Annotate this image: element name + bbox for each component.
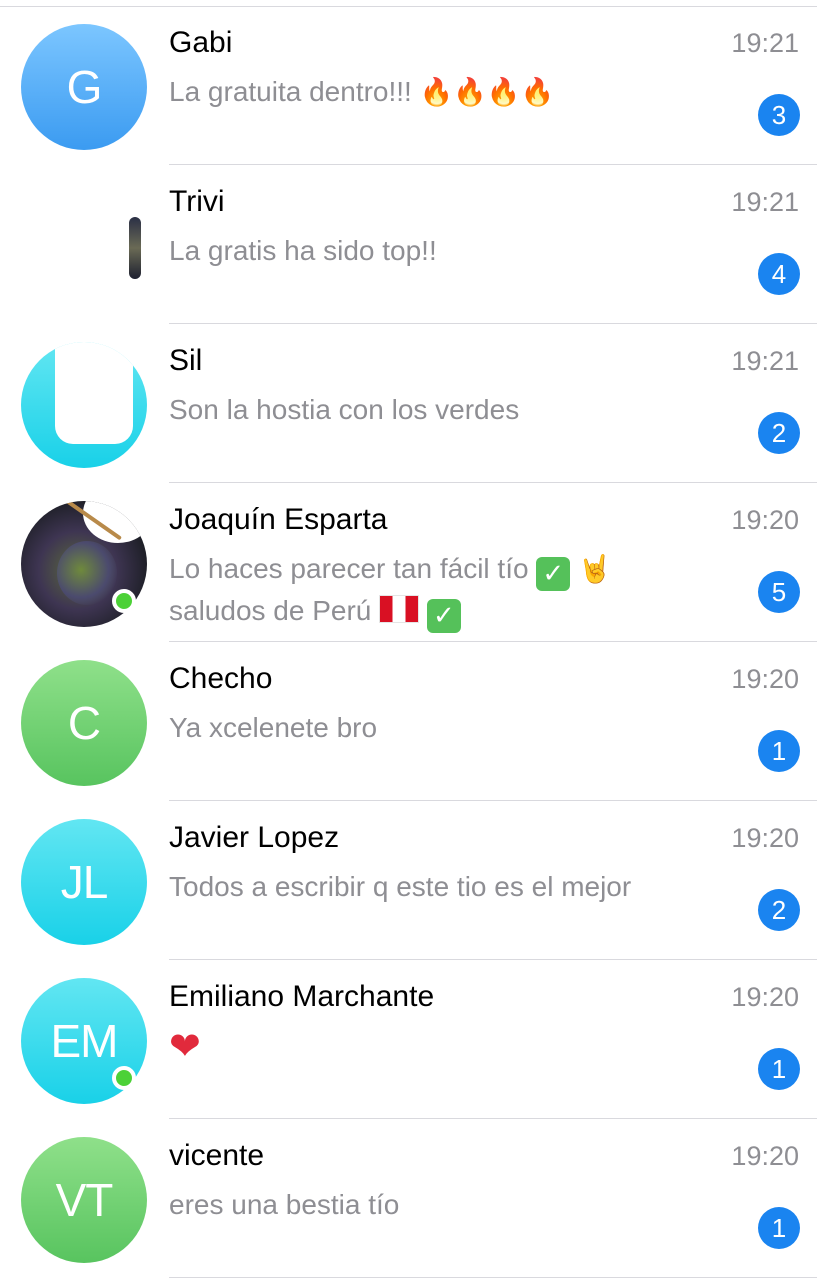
unread-badge: 1	[758, 1207, 800, 1249]
chat-name: Checho	[169, 662, 273, 695]
message-preview: Ya xcelenete bro	[169, 708, 709, 748]
avatar	[21, 342, 147, 468]
avatar	[21, 183, 147, 309]
chat-name: vicente	[169, 1139, 265, 1172]
message-preview: ❤	[169, 1026, 709, 1070]
message-preview-text: Lo haces parecer tan fácil tío	[169, 553, 529, 584]
avatar-initials: G	[66, 61, 103, 113]
message-preview-text: La gratis ha sido top!!	[169, 235, 437, 266]
chat-row-trivi[interactable]: Trivi 19:21 La gratis ha sido top!! 4	[0, 165, 817, 324]
message-preview: La gratuita dentro!!! 🔥🔥🔥🔥	[169, 72, 709, 113]
check-mark-button-icon: ✓	[536, 557, 571, 591]
chat-row-sil[interactable]: Sil 19:21 Son la hostia con los verdes 2	[0, 324, 817, 483]
avatar: VT	[21, 1137, 147, 1263]
chat-row-vicente[interactable]: VT vicente 19:20 eres una bestia tío 1	[0, 1119, 817, 1278]
message-preview-text: eres una bestia tío	[169, 1189, 400, 1220]
message-preview-text: Ya xcelenete bro	[169, 712, 378, 743]
message-preview-text: Son la hostia con los verdes	[169, 394, 520, 425]
red-heart-icon: ❤	[169, 1024, 201, 1068]
chat-name: Emiliano Marchante	[169, 980, 435, 1013]
chat-time: 19:20	[731, 823, 799, 853]
avatar-initials: EM	[50, 1015, 119, 1067]
fire-icon: 🔥	[419, 77, 454, 108]
peru-flag-icon	[379, 595, 420, 623]
avatar-initials: VT	[55, 1174, 114, 1226]
avatar-initials: C	[67, 697, 101, 749]
chat-time: 19:20	[731, 664, 799, 694]
chat-name: Joaquín Esparta	[169, 503, 388, 536]
chat-time: 19:21	[731, 346, 799, 376]
unread-badge: 2	[758, 412, 800, 454]
message-preview: Son la hostia con los verdes	[169, 390, 709, 430]
avatar: G	[21, 24, 147, 150]
message-preview-text: Todos a escribir q este tio es el mejor	[169, 871, 632, 902]
chat-row-gabi[interactable]: G Gabi 19:21 La gratuita dentro!!! 🔥🔥🔥🔥 …	[0, 6, 817, 165]
chat-time: 19:20	[731, 505, 799, 535]
row-divider	[169, 1277, 817, 1278]
chat-name: Sil	[169, 344, 203, 377]
avatar: C	[21, 660, 147, 786]
fire-icon: 🔥	[453, 77, 487, 108]
chat-list: G Gabi 19:21 La gratuita dentro!!! 🔥🔥🔥🔥 …	[0, 6, 817, 1278]
online-indicator	[112, 1066, 136, 1090]
unread-badge: 5	[758, 571, 800, 613]
message-preview-text: saludos de Perú	[169, 595, 372, 626]
chat-row-checho[interactable]: C Checho 19:20 Ya xcelenete bro 1	[0, 642, 817, 801]
unread-badge: 3	[758, 94, 800, 136]
unread-badge: 1	[758, 730, 800, 772]
sign-of-the-horns-icon: 🤘	[578, 554, 612, 585]
message-preview: Todos a escribir q este tio es el mejor	[169, 867, 709, 907]
unread-badge: 4	[758, 253, 800, 295]
message-preview: La gratis ha sido top!!	[169, 231, 709, 271]
chat-row-javier-lopez[interactable]: JL Javier Lopez 19:20 Todos a escribir q…	[0, 801, 817, 960]
unread-badge: 2	[758, 889, 800, 931]
unread-badge: 1	[758, 1048, 800, 1090]
check-mark-button-icon: ✓	[426, 599, 461, 633]
chat-time: 19:21	[731, 28, 799, 58]
message-preview-line-1: Lo haces parecer tan fácil tío ✓ 🤘	[169, 549, 709, 591]
fire-icon: 🔥	[486, 77, 521, 108]
online-indicator	[112, 589, 136, 613]
chat-time: 19:20	[731, 982, 799, 1012]
chat-time: 19:21	[731, 187, 799, 217]
chat-time: 19:20	[731, 1141, 799, 1171]
message-preview-line-2: saludos de Perú ✓	[169, 591, 709, 633]
avatar-initials: JL	[60, 856, 109, 908]
avatar: JL	[21, 819, 147, 945]
chat-row-joaquin-esparta[interactable]: Joaquín Esparta 19:20 Lo haces parecer t…	[0, 483, 817, 642]
message-preview: Lo haces parecer tan fácil tío ✓ 🤘 salud…	[169, 549, 709, 633]
fire-icon: 🔥	[520, 77, 555, 108]
chat-name: Javier Lopez	[169, 821, 340, 854]
message-preview-text: La gratuita dentro!!!	[169, 76, 412, 107]
chat-name: Trivi	[169, 185, 225, 218]
message-preview: eres una bestia tío	[169, 1185, 709, 1225]
chat-row-emiliano-marchante[interactable]: EM Emiliano Marchante 19:20 ❤ 1	[0, 960, 817, 1119]
chat-name: Gabi	[169, 26, 233, 59]
